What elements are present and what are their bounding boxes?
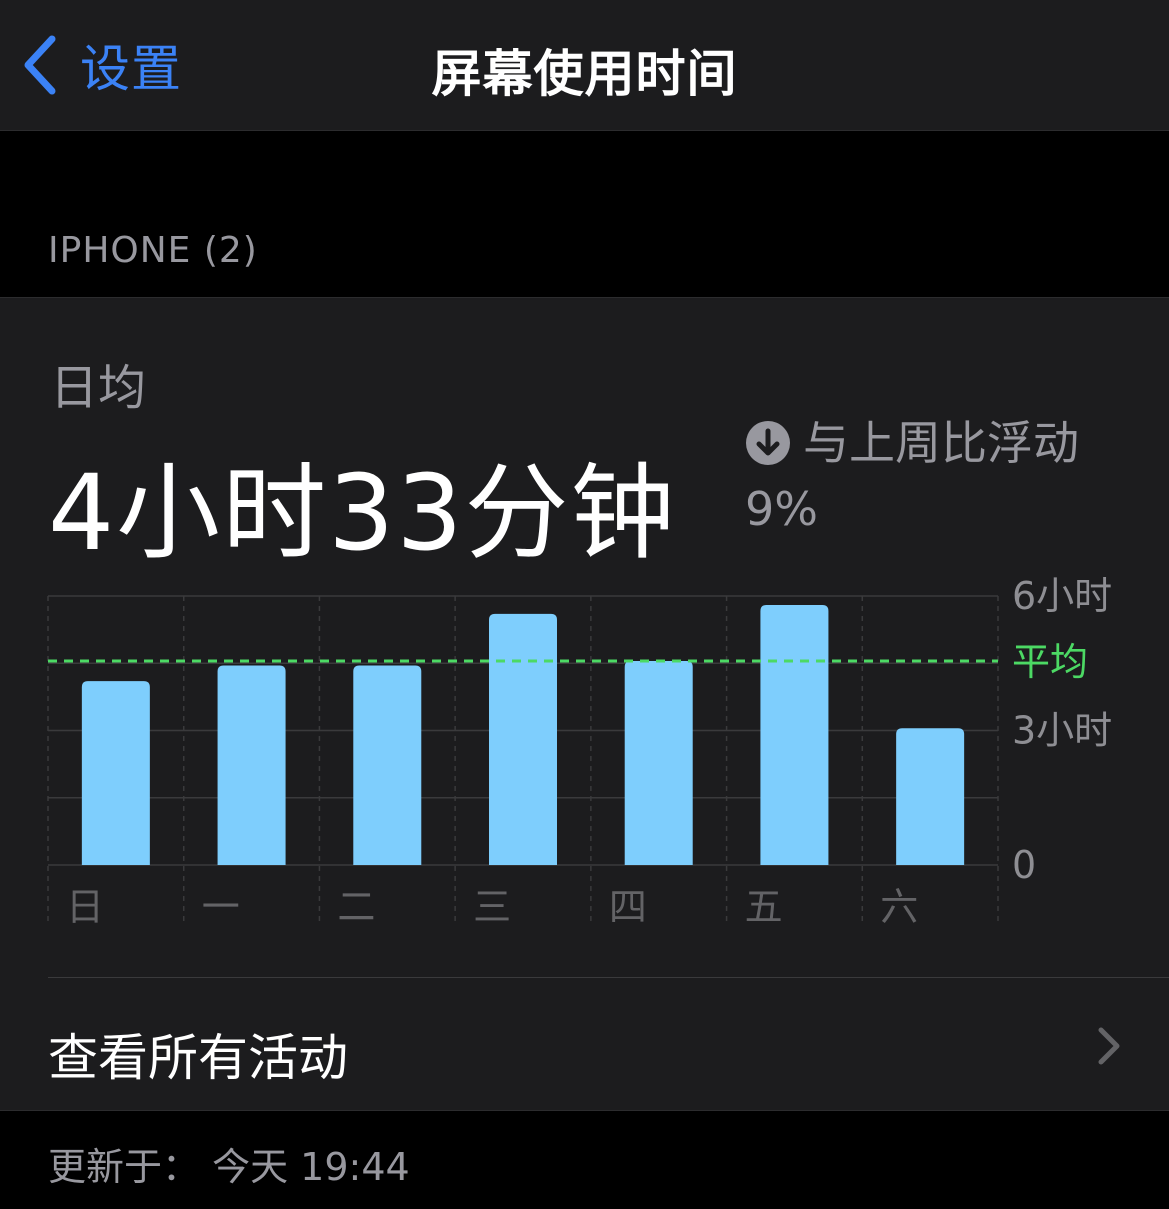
section-header: IPHONE (2) — [48, 230, 258, 271]
navigation-bar: 设置 屏幕使用时间 — [0, 0, 1169, 131]
bar-六 — [896, 728, 965, 865]
y-tick-label: 6小时 — [1012, 574, 1112, 618]
last-updated-text: 更新于： 今天 19:44 — [48, 1145, 410, 1189]
x-tick-label: 一 — [202, 885, 240, 929]
bar-二 — [353, 665, 422, 865]
bar-五 — [760, 604, 829, 865]
bar-一 — [217, 665, 286, 865]
x-tick-label: 四 — [609, 885, 647, 929]
chevron-right-icon — [1097, 1026, 1121, 1070]
see-all-activity-row[interactable]: 查看所有活动 — [0, 978, 1169, 1112]
x-tick-label: 六 — [880, 885, 918, 929]
bar-四 — [624, 661, 693, 865]
x-tick-label: 三 — [473, 885, 511, 929]
page-title: 屏幕使用时间 — [431, 45, 738, 103]
x-tick-label: 二 — [337, 885, 375, 929]
bar-三 — [489, 613, 557, 865]
see-all-activity-label: 查看所有活动 — [48, 1029, 348, 1087]
y-tick-label: 0 — [1012, 843, 1036, 887]
y-tick-label: 3小时 — [1012, 709, 1112, 753]
x-tick-label: 五 — [745, 885, 783, 929]
average-label: 平均 — [1012, 640, 1088, 684]
bar-日 — [81, 681, 150, 865]
usage-card: 日均 4小时33分钟 与上周比浮动 9% 日一二三四五六 6小时 3小时 0 平均 查看… — [0, 297, 1169, 1111]
x-tick-label: 日 — [66, 885, 104, 929]
